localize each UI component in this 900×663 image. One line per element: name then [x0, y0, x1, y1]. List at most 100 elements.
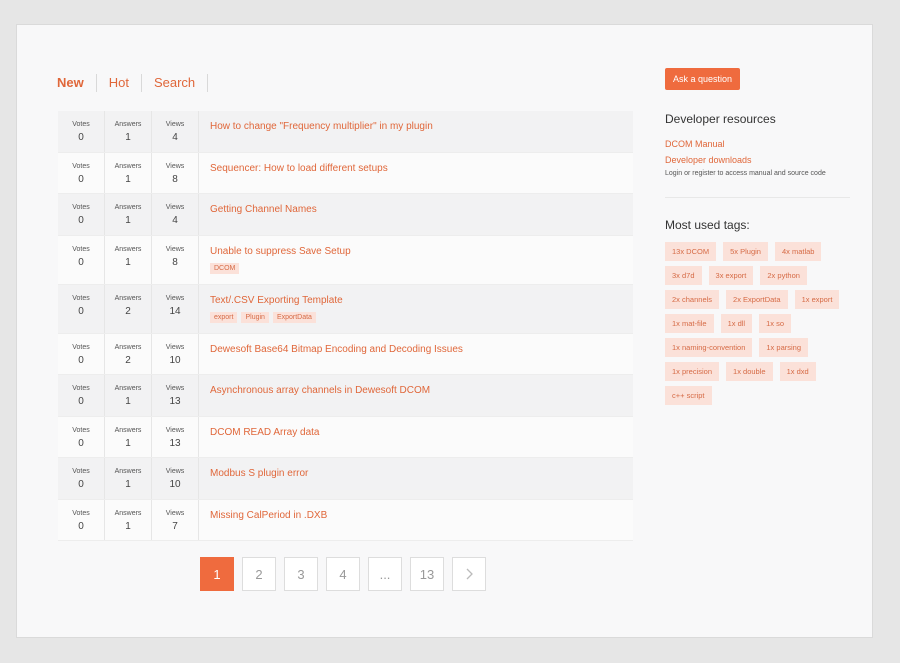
page-button-13[interactable]: 13 — [410, 557, 444, 591]
views-count: 7 — [172, 520, 178, 532]
votes-stat: Votes 0 — [58, 333, 105, 374]
views-stat: Views 8 — [152, 235, 199, 284]
tag-chip[interactable]: 1x dxd — [779, 362, 816, 381]
views-label: Views — [165, 294, 185, 302]
tab-new[interactable]: New — [57, 74, 97, 92]
votes-count: 0 — [78, 256, 84, 268]
tab-hot[interactable]: Hot — [97, 74, 142, 92]
next-page-button[interactable] — [452, 557, 486, 591]
question-tag[interactable]: Plugin — [241, 311, 269, 323]
dcom-manual-link[interactable]: DCOM Manual — [665, 139, 850, 149]
views-stat: Views 13 — [152, 375, 199, 416]
tag-chip[interactable]: 2x ExportData — [726, 290, 788, 309]
question-title-link[interactable]: Modbus S plugin error — [210, 468, 622, 479]
tag-chip[interactable]: 1x parsing — [759, 338, 808, 357]
views-count: 10 — [169, 479, 181, 490]
views-label: Views — [165, 426, 185, 434]
tag-chip[interactable]: c++ script — [665, 386, 712, 405]
question-title-link[interactable]: Unable to suppress Save Setup — [210, 246, 622, 257]
page-button-4[interactable]: 4 — [326, 557, 360, 591]
sidebar: Ask a question Developer resources DCOM … — [665, 68, 850, 405]
question-tag[interactable]: DCOM — [210, 262, 240, 274]
tag-chip[interactable]: 1x mat-file — [665, 314, 714, 333]
votes-stat: Votes 0 — [58, 152, 105, 193]
page-button-2[interactable]: 2 — [242, 557, 276, 591]
question-title-link[interactable]: Dewesoft Base64 Bitmap Encoding and Deco… — [210, 344, 622, 355]
question-row: Votes 0 Answers 2 Views 10 Dewesoft Base64 Bit… — [58, 333, 633, 375]
views-count: 13 — [169, 437, 181, 449]
tag-chip[interactable]: 2x python — [760, 266, 807, 285]
page-button-3[interactable]: 3 — [284, 557, 318, 591]
tag-chip[interactable]: 4x matlab — [774, 242, 822, 261]
views-stat: Views 10 — [152, 333, 199, 374]
question-main: Asynchronous array channels in Dewesoft … — [199, 375, 633, 416]
tag-chip[interactable]: 1x export — [794, 290, 840, 309]
views-stat: Views 8 — [152, 152, 199, 193]
votes-count: 0 — [78, 132, 84, 143]
votes-label: Votes — [72, 121, 90, 128]
answers-count: 1 — [125, 173, 131, 185]
question-title-link[interactable]: Text/.CSV Exporting Template — [210, 295, 622, 306]
question-title-link[interactable]: How to change "Frequency multiplier" in … — [210, 121, 622, 132]
answers-count: 1 — [125, 396, 131, 407]
views-count: 8 — [172, 173, 178, 185]
votes-stat: Votes 0 — [58, 458, 105, 499]
register-link[interactable]: register — [692, 170, 715, 177]
tag-chip[interactable]: 1x so — [759, 314, 792, 333]
question-title-link[interactable]: Sequencer: How to load different setups — [210, 163, 622, 174]
views-count: 13 — [169, 396, 181, 407]
votes-label: Votes — [72, 343, 90, 351]
question-title-link[interactable]: DCOM READ Array data — [210, 427, 622, 438]
question-title-link[interactable]: Getting Channel Names — [210, 204, 622, 215]
developer-downloads-link[interactable]: Developer downloads — [665, 155, 850, 165]
tag-chip[interactable]: 1x precision — [665, 362, 720, 381]
chevron-right-icon — [466, 568, 473, 580]
answers-stat: Answers 1 — [105, 375, 152, 416]
question-tag[interactable]: export — [210, 311, 238, 323]
votes-label: Votes — [72, 204, 90, 211]
votes-count: 0 — [78, 520, 84, 532]
login-link[interactable]: Login — [665, 170, 682, 177]
questions-table: Votes 0 Answers 1 Views 4 How to change "Frequ… — [58, 111, 633, 541]
votes-label: Votes — [72, 162, 90, 170]
views-stat: Views 14 — [152, 284, 199, 333]
question-main: Missing CalPeriod in .DXB — [199, 500, 633, 541]
question-title-link[interactable]: Missing CalPeriod in .DXB — [210, 510, 622, 521]
tag-chip[interactable]: 13x DCOM — [665, 242, 717, 261]
votes-count: 0 — [78, 173, 84, 185]
question-tags: export Plugin ExportData — [210, 311, 622, 323]
question-row: Votes 0 Answers 1 Views 8 Sequencer: How to lo… — [58, 152, 633, 194]
views-count: 4 — [172, 215, 178, 226]
ask-question-button[interactable]: Ask a question — [665, 68, 741, 90]
views-count: 4 — [172, 132, 178, 143]
votes-label: Votes — [72, 245, 90, 253]
developer-resources-heading: Developer resources — [665, 112, 776, 126]
question-main: Modbus S plugin error — [199, 458, 633, 499]
votes-label: Votes — [72, 385, 90, 392]
views-label: Views — [165, 343, 185, 351]
views-label: Views — [165, 245, 185, 253]
views-stat: Views 4 — [152, 194, 199, 235]
answers-label: Answers — [114, 121, 142, 128]
tag-chip[interactable]: 2x channels — [665, 290, 720, 309]
answers-stat: Answers 1 — [105, 416, 152, 457]
tag-chip[interactable]: 1x dll — [720, 314, 753, 333]
tag-chip[interactable]: 3x export — [708, 266, 754, 285]
tag-chip[interactable]: 3x d7d — [665, 266, 702, 285]
tab-search[interactable]: Search — [142, 74, 209, 92]
question-title-link[interactable]: Asynchronous array channels in Dewesoft … — [210, 385, 622, 396]
tag-chip[interactable]: 1x naming-convention — [665, 338, 753, 357]
answers-count: 1 — [125, 132, 131, 143]
votes-label: Votes — [72, 294, 90, 302]
question-main: DCOM READ Array data — [199, 417, 633, 458]
tag-chip[interactable]: 5x Plugin — [723, 242, 768, 261]
question-tag[interactable]: ExportData — [272, 311, 316, 323]
answers-stat: Answers 1 — [105, 499, 152, 540]
views-count: 8 — [172, 256, 178, 268]
question-row: Votes 0 Answers 1 Views 13 Asynchronous array … — [58, 375, 633, 417]
question-row: Votes 0 Answers 1 Views 7 Missing CalPeriod in… — [58, 499, 633, 541]
page-button-1[interactable]: 1 — [200, 557, 234, 591]
votes-label: Votes — [72, 426, 90, 434]
tag-chip[interactable]: 1x double — [726, 362, 773, 381]
question-tabs: New Hot Search — [57, 74, 209, 92]
